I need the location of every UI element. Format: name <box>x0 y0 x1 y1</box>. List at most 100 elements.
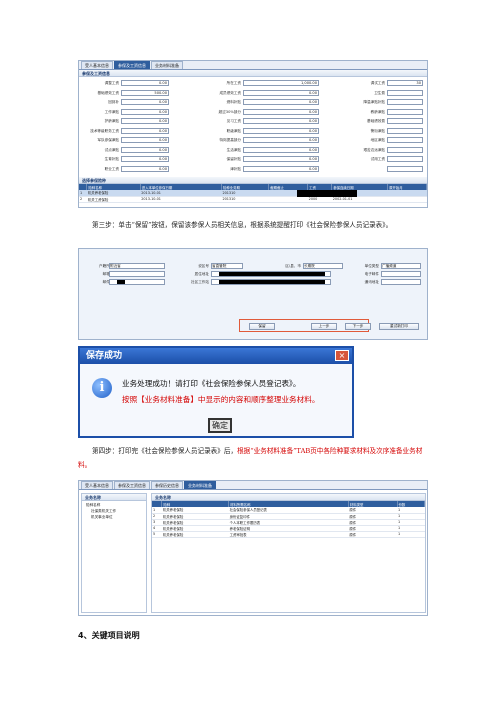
field-label: 居住地址 <box>194 272 209 276</box>
table-cell: 2013-10-01 <box>140 196 222 203</box>
field-value[interactable]: 广播频道 <box>381 263 421 269</box>
tab-materials[interactable]: 业务材料准备 <box>151 61 183 69</box>
field-value[interactable] <box>387 108 423 115</box>
field-value[interactable]: 0.00 <box>121 99 169 105</box>
field-label: 超过30%部分 <box>218 109 241 114</box>
field-value[interactable] <box>381 279 421 285</box>
field-value[interactable]: 0.00 <box>121 118 169 124</box>
dialog-message-1: 业务处理成功！请打印《社会保险参保人员登记表》。 <box>122 379 301 388</box>
field-value[interactable] <box>387 165 423 172</box>
field-label: 区\县、市 <box>285 264 301 268</box>
reprint-button[interactable]: 重试新打印 <box>379 323 419 330</box>
field-value[interactable]: 0.00 <box>243 165 319 172</box>
field-value[interactable] <box>109 271 165 277</box>
field-value[interactable] <box>387 156 423 162</box>
field-value[interactable]: 0.00 <box>243 146 319 153</box>
field-label: 保留补贴 <box>226 157 241 161</box>
field-label: 调整工资 <box>104 81 119 85</box>
close-icon[interactable]: × <box>335 350 349 361</box>
field-label: 所在工资 <box>226 81 241 85</box>
field-label: 生活津贴 <box>226 147 241 152</box>
field-value[interactable]: 30 <box>387 80 423 86</box>
field-value[interactable] <box>387 99 423 105</box>
dialog-message-2: 按照【业务材料准备】中显示的内容和顺序整理业务材料。 <box>122 395 320 404</box>
field-value[interactable] <box>381 271 421 277</box>
field-value[interactable]: 0.00 <box>121 146 169 153</box>
field-label: 说区号 <box>198 264 209 268</box>
field-label: 燃料补贴 <box>226 100 241 104</box>
tab-materials[interactable]: 业务材料准备 <box>184 481 216 489</box>
field-label: 艰苦边远津贴 <box>363 147 385 152</box>
field-label: 通讯地址 <box>364 280 379 284</box>
tab-bar: 受人基本信息 参保及工资信息 参保历史信息 业务材料准备 <box>79 481 427 490</box>
field-value[interactable]: 0.00 <box>243 118 319 124</box>
field-label: 降温津贴补贴 <box>363 100 385 104</box>
tree-title: 业务名称 <box>82 494 146 501</box>
field-label: 职业工资 <box>104 166 119 171</box>
field-value[interactable]: 0.00 <box>243 108 319 115</box>
field-value[interactable] <box>387 89 423 96</box>
field-label: 试用工资 <box>370 157 385 161</box>
save-success-dialog: 保存成功 × i 业务处理成功！请打印《社会保险参保人员登记表》。 按照【业务材… <box>78 346 354 438</box>
field-label: 基础绩效费 <box>367 119 385 123</box>
redaction-bar <box>219 280 325 284</box>
tree-item[interactable]: 机关事业单位 <box>91 514 113 520</box>
field-label: 试点津贴 <box>104 147 119 152</box>
field-value[interactable]: 500.00 <box>121 89 169 96</box>
table-cell: 原件 <box>348 531 398 538</box>
field-value[interactable]: 长期院 <box>303 263 343 269</box>
step3-paragraph: 第三步：单击“保留”按钮，保留该参保人员相关信息，根据系统提醒打印《社会保险参保… <box>92 221 393 229</box>
field-value[interactable]: 省直管院 <box>211 263 243 269</box>
insurance-list-title: 选择参保险种 <box>79 177 427 184</box>
field-value[interactable]: 0.00 <box>243 156 319 162</box>
table-cell: 5 <box>152 531 162 538</box>
tab-basic-info[interactable]: 受人基本信息 <box>81 481 113 489</box>
prev-button[interactable]: 上一步 <box>311 323 337 330</box>
field-value[interactable] <box>387 127 423 134</box>
tab-wage-info[interactable]: 参保及工资信息 <box>114 481 150 489</box>
tree-panel: 业务名称 险种名称 社保类机关工作 机关事业单位 <box>81 493 147 613</box>
field-label: 单位类型 <box>364 264 379 268</box>
field-value[interactable]: 0.00 <box>243 89 319 96</box>
field-value[interactable]: 0.00 <box>121 127 169 134</box>
materials-title: 业务名称 <box>152 494 425 501</box>
field-value[interactable]: 1,000.00 <box>243 80 319 86</box>
tab-history[interactable]: 参保历史信息 <box>151 481 183 489</box>
tab-basic-info[interactable]: 受人基本信息 <box>81 61 113 69</box>
field-value[interactable]: 0.00 <box>243 137 319 143</box>
table-cell: 1 <box>397 531 425 538</box>
field-value[interactable] <box>387 118 423 124</box>
field-label: 教龄津贴 <box>370 109 385 114</box>
field-value[interactable]: 0.00 <box>243 99 319 105</box>
next-button[interactable]: 下一步 <box>345 323 371 330</box>
materials-table: 险种 材料所需名称 材料类型 份数 1 机关养老保险 社会保险参保人员登记表 原件 1 2 机关养… <box>152 501 426 538</box>
field-label: 成员绩效工资 <box>219 90 241 95</box>
field-value[interactable] <box>387 137 423 143</box>
step4-paragraph: 第四步：打印完《社会保险参保人员记录表》后，根据“业务材料准备”TAB页中各险种… <box>78 444 428 472</box>
field-label: 技术等级职务工资 <box>90 128 119 133</box>
insurance-table: 险种名称 进入本单位参保日期 险种业务期 截期截止 工资 参保连续日期 原开始月 1 机关养老… <box>79 184 427 203</box>
field-value[interactable]: 附近省 <box>109 263 165 269</box>
field-value[interactable]: 0.00 <box>121 156 169 162</box>
table-cell: 机关工资保险 <box>86 196 141 203</box>
save-button[interactable]: 保留 <box>249 323 275 330</box>
field-label: 护龄津贴 <box>104 119 119 123</box>
field-label: 工作津贴 <box>104 109 119 114</box>
field-label: 生育补贴 <box>104 157 119 161</box>
panel-title: 参保及工资信息 <box>79 70 427 77</box>
table-row[interactable]: 2 机关工资保险 2013-10-01 201310 2000 2002-01-01 <box>79 196 427 203</box>
materials-panel: 业务名称 险种 材料所需名称 材料类型 份数 1 机关养老保险 社会保险参保人员登记表 原件… <box>151 493 426 613</box>
field-label: 职级津贴 <box>226 128 241 133</box>
field-label: 津补贴 <box>230 166 241 171</box>
field-value[interactable]: 0.00 <box>121 137 169 143</box>
ok-button[interactable]: 确定 <box>208 418 232 433</box>
wage-field-grid: 调整工资 0.00 所在工资 1,000.00 调试工资 30 基础绩效工资 500.00 成员… <box>79 77 427 177</box>
field-value[interactable]: 0.00 <box>121 80 169 86</box>
field-value[interactable]: 0.00 <box>243 127 319 134</box>
field-value[interactable] <box>387 146 423 153</box>
field-value[interactable]: 0.00 <box>121 108 169 115</box>
info-icon: i <box>92 378 112 398</box>
tab-wage-info[interactable]: 参保及工资信息 <box>114 61 150 69</box>
field-value[interactable]: 0.00 <box>121 165 169 172</box>
table-row[interactable]: 5 机关养老保险 工资审批表 原件 1 <box>152 531 425 538</box>
